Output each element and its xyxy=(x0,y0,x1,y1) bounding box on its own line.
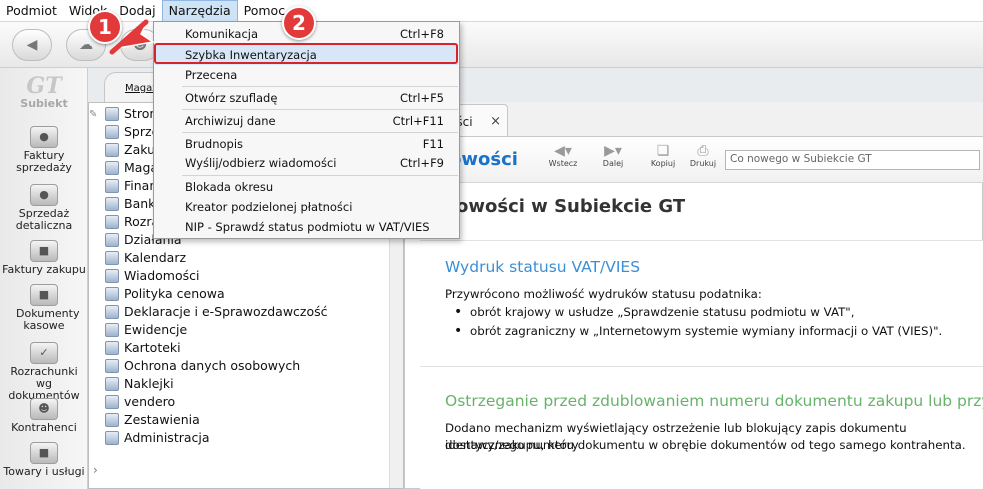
menu-item-archiwizuj-dane[interactable]: Archiwizuj dane Ctrl+F11 xyxy=(155,111,458,131)
actions-icon xyxy=(105,233,119,247)
news-header: owości ◀▾ Wstecz ▶▾ Dalej ❏ Kopiuj ⎙ Drukuj … xyxy=(405,137,983,183)
tree-item[interactable]: Zestawienia xyxy=(105,411,328,429)
subiekt-logo: GT Subiekt xyxy=(20,73,68,110)
menu-item-przecena[interactable]: Przecena xyxy=(155,65,458,85)
news-page-title: owości w Subiekcie GT xyxy=(456,196,686,217)
menu-narzedzia[interactable]: Narzędzia xyxy=(161,0,238,22)
tree-item[interactable]: Deklaracje i e-Sprawozdawczość xyxy=(105,303,328,321)
arrow-icon: ◀ xyxy=(26,37,38,53)
pin-icon[interactable]: ✎ xyxy=(89,109,97,120)
sidebar-item-faktury-zakupu[interactable]: ■ Faktury zakupu xyxy=(0,240,88,276)
news-heading: Ostrzeganie przed zdublowaniem numeru do… xyxy=(445,392,983,410)
news-text: identycznego numeru dokumentu w obrębie … xyxy=(445,438,966,452)
close-icon[interactable]: × xyxy=(490,114,501,129)
back-arrow-icon: ◀▾ xyxy=(554,143,572,159)
tree-item[interactable]: Naklejki xyxy=(105,375,328,393)
cash-icon: ■ xyxy=(30,284,58,306)
news-heading: Wydruk statusu VAT/VIES xyxy=(445,258,641,276)
back-button[interactable]: ◀▾ Wstecz xyxy=(543,143,583,168)
news-bullet: obrót krajowy w usłudze „Sprawdzenie sta… xyxy=(454,305,854,319)
warehouse-icon xyxy=(105,161,119,175)
label-icon xyxy=(105,377,119,391)
menu-item-kreator-platnosci[interactable]: Kreator podzielonej płatności xyxy=(155,197,458,217)
coins-icon: ● xyxy=(30,184,58,206)
left-sidebar: GT Subiekt ● Faktury sprzedaży ● Sprzeda… xyxy=(0,68,88,489)
highlight-annotation xyxy=(154,43,458,64)
menu-separator xyxy=(182,86,458,87)
tree-item[interactable]: Kartoteki xyxy=(105,339,328,357)
sidebar-item-kontrahenci[interactable]: ☻ Kontrahenci xyxy=(0,398,88,434)
menu-separator xyxy=(182,132,458,133)
menu-item-nip-status[interactable]: NIP - Sprawdź status podmiotu w VAT/VIES xyxy=(155,217,458,237)
menu-item-blokada-okresu[interactable]: Blokada okresu xyxy=(155,177,458,197)
annotation-marker-2: 2 xyxy=(282,6,316,40)
records-icon xyxy=(105,323,119,337)
news-section-duplicate: Ostrzeganie przed zdublowaniem numeru do… xyxy=(420,366,983,489)
check-icon: ✓ xyxy=(30,342,58,364)
messages-icon xyxy=(105,269,119,283)
person-icon: ☻ xyxy=(30,398,58,420)
tree-item[interactable]: Kalendarz xyxy=(105,249,328,267)
sidebar-item-rozrachunki[interactable]: ✓ Rozrachunki wg dokumentów xyxy=(0,342,88,402)
boxes-icon: ■ xyxy=(30,240,58,262)
tree-item[interactable]: vendero xyxy=(105,393,328,411)
toolbar: ◀ ☁ ☻ xyxy=(0,22,983,68)
tree-item[interactable]: Ochrona danych osobowych xyxy=(105,357,328,375)
calendar-icon xyxy=(105,251,119,265)
sidebar-item-sprzedaz-detaliczna[interactable]: ● Sprzedaż detaliczna xyxy=(0,184,88,232)
menu-separator xyxy=(182,109,458,110)
reports-icon xyxy=(105,413,119,427)
sidebar-item-towary[interactable]: ■ Towary i usługi xyxy=(0,442,88,478)
news-bullet: obrót zagraniczny w „Internetowym system… xyxy=(454,324,942,338)
forward-arrow-icon: ▶▾ xyxy=(604,143,622,159)
bank-icon xyxy=(105,197,119,211)
annotation-marker-1: 1 xyxy=(88,10,122,44)
page-icon xyxy=(105,107,119,121)
menu-dodaj[interactable]: Dodaj xyxy=(113,0,161,22)
cloud-icon: ☁ xyxy=(79,37,93,53)
sidebar-item-faktury-sprzedazy[interactable]: ● Faktury sprzedaży xyxy=(0,126,88,174)
news-section-vat: Wydruk statusu VAT/VIES Przywrócono możl… xyxy=(420,240,983,366)
declarations-icon xyxy=(105,305,119,319)
tree-item[interactable]: Ewidencje xyxy=(105,321,328,339)
news-text: Przywrócono możliwość wydruków statusu p… xyxy=(445,287,762,301)
menu-item-brudnopis[interactable]: Brudnopis F11 xyxy=(155,134,458,154)
settlements-icon xyxy=(105,215,119,229)
menu-bar: Podmiot Widok Dodaj Narzędzia Pomoc xyxy=(0,0,983,22)
vendero-icon xyxy=(105,395,119,409)
copy-icon: ❏ xyxy=(656,143,670,159)
menu-separator xyxy=(182,175,458,176)
menu-item-wyslij-odbierz[interactable]: Wyślij/odbierz wiadomości Ctrl+F9 xyxy=(155,153,458,173)
arrow-tool-button[interactable]: ◀ xyxy=(12,29,52,61)
sales-icon xyxy=(105,125,119,139)
cards-icon xyxy=(105,341,119,355)
pricing-icon xyxy=(105,287,119,301)
admin-icon xyxy=(105,431,119,445)
tree-item[interactable]: Wiadomości xyxy=(105,267,328,285)
sidebar-item-dokumenty-kasowe[interactable]: ■ Dokumenty kasowe xyxy=(0,284,88,332)
copy-button[interactable]: ❏ Kopiuj xyxy=(643,143,683,168)
search-input[interactable]: Co nowego w Subiekcie GT xyxy=(725,150,980,170)
forward-button[interactable]: ▶▾ Dalej xyxy=(593,143,633,168)
menu-podmiot[interactable]: Podmiot xyxy=(0,0,63,22)
print-button[interactable]: ⎙ Drukuj xyxy=(683,143,723,168)
print-icon: ⎙ xyxy=(697,143,709,159)
user-icon: ☻ xyxy=(132,37,148,53)
tree-item[interactable]: Administracja xyxy=(105,429,328,447)
finance-icon xyxy=(105,179,119,193)
coins-icon: ● xyxy=(30,126,58,148)
purchase-icon xyxy=(105,143,119,157)
menu-item-otworz-szuflade[interactable]: Otwórz szufladę Ctrl+F5 xyxy=(155,88,458,108)
privacy-icon xyxy=(105,359,119,373)
collapse-arrow-icon[interactable]: › xyxy=(93,463,98,477)
goods-icon: ■ xyxy=(30,442,58,464)
tree-item[interactable]: Polityka cenowa xyxy=(105,285,328,303)
